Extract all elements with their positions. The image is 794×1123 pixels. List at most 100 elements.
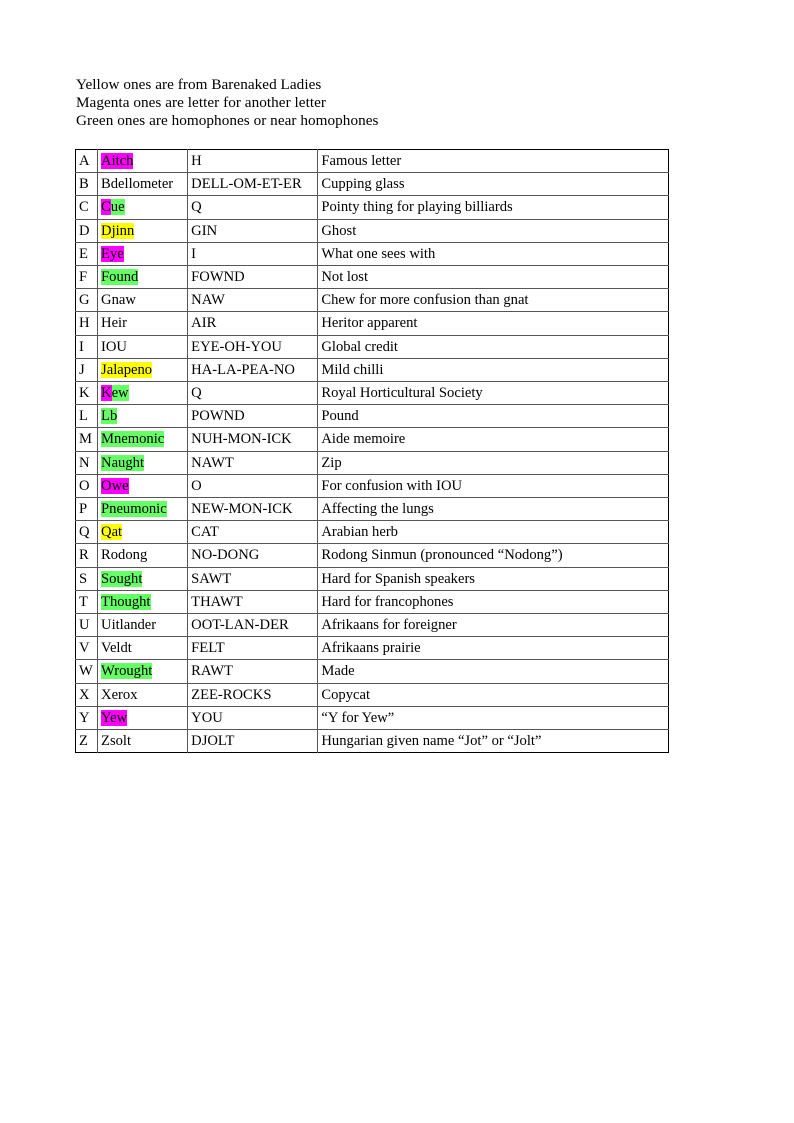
cell-pronunciation: RAWT <box>187 659 319 684</box>
word-segment: Aitch <box>101 153 134 169</box>
cell-description: “Y for Yew” <box>317 706 669 731</box>
cell-description: Hard for Spanish speakers <box>317 567 669 591</box>
cell-word: Lb <box>97 404 189 429</box>
cell-pronunciation: DJOLT <box>187 729 319 753</box>
cell-letter: U <box>75 613 99 638</box>
word-segment: Wrought <box>101 663 153 680</box>
cell-word: Thought <box>97 590 189 615</box>
cell-description: Afrikaans prairie <box>317 636 669 661</box>
word-segment: Xerox <box>101 686 138 703</box>
cell-pronunciation: POWND <box>187 404 319 429</box>
cell-word: Veldt <box>97 636 189 661</box>
word-segment: K <box>101 385 112 402</box>
cell-word: Pneumonic <box>97 497 189 522</box>
cell-pronunciation: NAW <box>187 288 319 313</box>
cell-letter: A <box>75 149 99 174</box>
cell-description: Cupping glass <box>317 172 669 197</box>
table-row: J Jalapeno HA-LA-PEA-NO Mild chilli <box>75 358 669 383</box>
table-row: N Naught NAWT Zip <box>75 451 669 475</box>
table-row: M Mnemonic NUH-MON-ICK Aide memoire <box>75 427 669 452</box>
cell-pronunciation: HA-LA-PEA-NO <box>187 358 319 383</box>
cell-letter: O <box>75 474 99 499</box>
word-segment: Mnemonic <box>101 431 165 448</box>
cell-word: IOU <box>97 335 189 359</box>
cell-pronunciation: ZEE-ROCKS <box>187 683 319 707</box>
cell-letter: S <box>75 567 99 591</box>
cell-description: Pointy thing for playing billiards <box>317 195 669 220</box>
cell-letter: Y <box>75 706 99 731</box>
cell-word: Eye <box>97 242 189 267</box>
cell-letter: Q <box>75 520 99 545</box>
cell-description: Not lost <box>317 265 669 290</box>
word-segment: Heir <box>101 315 127 332</box>
word-segment: Uitlander <box>101 617 157 634</box>
cell-word: Owe <box>97 474 189 499</box>
table-row: I IOU EYE-OH-YOU Global credit <box>75 335 669 359</box>
cell-description: Afrikaans for foreigner <box>317 613 669 638</box>
cell-letter: D <box>75 219 99 243</box>
cell-pronunciation: YOU <box>187 706 319 731</box>
cell-letter: X <box>75 683 99 707</box>
cell-letter: Z <box>75 729 99 753</box>
cell-word: Cue <box>97 195 189 220</box>
word-segment: C <box>101 199 111 216</box>
word-segment: Thought <box>101 593 151 610</box>
cell-description: Hard for francophones <box>317 590 669 615</box>
table-row: F Found FOWND Not lost <box>75 265 669 290</box>
word-segment: Bdellometer <box>101 176 174 193</box>
cell-pronunciation: I <box>187 242 319 267</box>
word-segment: Zsolt <box>101 733 132 750</box>
cell-word: Kew <box>97 381 189 406</box>
cell-description: Affecting the lungs <box>317 497 669 522</box>
cell-letter: F <box>75 265 99 290</box>
cell-letter: K <box>75 381 99 406</box>
cell-word: Jalapeno <box>97 358 189 383</box>
cell-pronunciation: NUH-MON-ICK <box>187 427 319 452</box>
cell-letter: E <box>75 242 99 267</box>
word-segment: Pneumonic <box>101 501 167 518</box>
cell-word: Aitch <box>97 149 189 174</box>
legend-line-green: Green ones are homophones or near homoph… <box>76 112 379 130</box>
word-segment: Rodong <box>101 547 148 564</box>
cell-pronunciation: FELT <box>187 636 319 661</box>
table-row: D Djinn GIN Ghost <box>75 219 669 243</box>
cell-description: Chew for more confusion than gnat <box>317 288 669 313</box>
table-row: L Lb POWND Pound <box>75 404 669 429</box>
cell-letter: M <box>75 427 99 452</box>
table-row: A Aitch H Famous letter <box>75 149 669 174</box>
alphabet-table: A Aitch H Famous letter B Bdellometer DELL-OM… <box>75 149 669 754</box>
cell-letter: V <box>75 636 99 661</box>
cell-word: Gnaw <box>97 288 189 313</box>
table-row: K Kew Q Royal Horticultural Society <box>75 381 669 406</box>
cell-description: What one sees with <box>317 242 669 267</box>
word-segment: Gnaw <box>101 292 136 309</box>
word-segment: Yew <box>101 709 128 726</box>
cell-description: Copycat <box>317 683 669 707</box>
cell-pronunciation: DELL-OM-ET-ER <box>187 172 319 197</box>
word-segment: ew <box>111 385 129 402</box>
document-page: Yellow ones are from Barenaked Ladies Ma… <box>0 0 794 1123</box>
cell-word: Uitlander <box>97 613 189 638</box>
cell-pronunciation: OOT-LAN-DER <box>187 613 319 638</box>
cell-pronunciation: Q <box>187 381 319 406</box>
cell-description: Made <box>317 659 669 684</box>
word-segment: Naught <box>101 454 144 471</box>
cell-word: Sought <box>97 567 189 591</box>
cell-pronunciation: NAWT <box>187 451 319 475</box>
table-row: C Cue Q Pointy thing for playing billiards <box>75 195 669 220</box>
cell-word: Zsolt <box>97 729 189 753</box>
word-segment: Lb <box>101 408 118 425</box>
cell-pronunciation: FOWND <box>187 265 319 290</box>
alphabet-table-container: A Aitch H Famous letter B Bdellometer DELL-OM… <box>75 149 669 754</box>
cell-description: Royal Horticultural Society <box>317 381 669 406</box>
table-row: E Eye I What one sees with <box>75 242 669 267</box>
table-row: Q Qat CAT Arabian herb <box>75 520 669 545</box>
cell-pronunciation: H <box>187 149 319 174</box>
cell-description: Global credit <box>317 335 669 359</box>
cell-pronunciation: THAWT <box>187 590 319 615</box>
cell-description: Heritor apparent <box>317 311 669 336</box>
cell-letter: T <box>75 590 99 615</box>
table-row: W Wrought RAWT Made <box>75 659 669 684</box>
cell-letter: R <box>75 543 99 568</box>
table-row: U Uitlander OOT-LAN-DER Afrikaans for forei… <box>75 613 669 638</box>
